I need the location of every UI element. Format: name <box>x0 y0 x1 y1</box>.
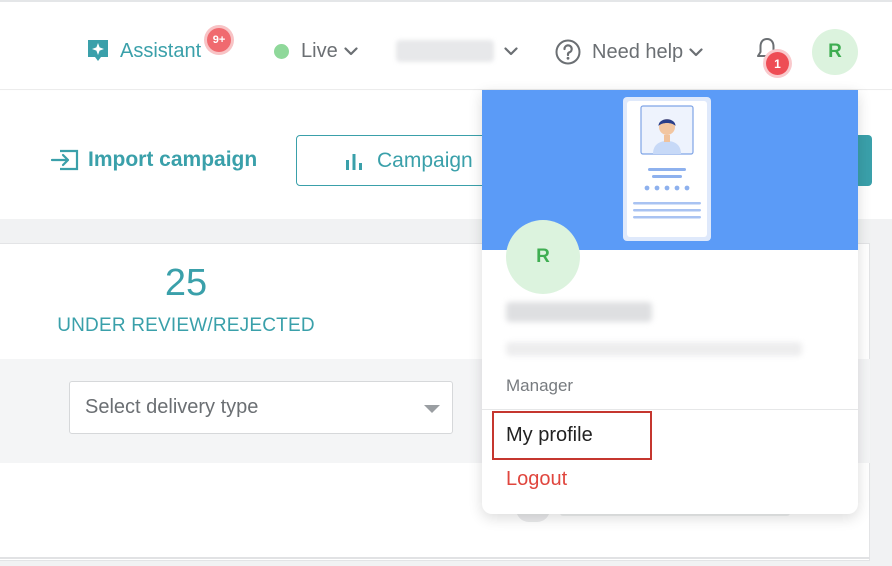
campaign-label: Campaign <box>377 148 473 172</box>
notifications-button[interactable]: 1 <box>754 36 789 75</box>
profile-avatar: R <box>506 220 580 294</box>
assistant-badge: 9+ <box>207 28 231 52</box>
profile-role: Manager <box>506 376 574 395</box>
caret-down-icon <box>424 405 440 413</box>
status-dropdown[interactable]: Live <box>274 40 358 63</box>
top-header: Assistant 9+ Live Need help 1 R <box>0 0 892 90</box>
profile-dropdown: R Manager My profile Logout <box>482 90 858 514</box>
stat-label[interactable]: UNDER REVIEW/REJECTED <box>0 315 372 337</box>
logout-menu-item[interactable]: Logout <box>506 468 567 491</box>
divider <box>0 557 870 559</box>
profile-name-redacted <box>506 302 652 322</box>
profile-card-illustration <box>623 97 711 241</box>
delivery-type-placeholder: Select delivery type <box>85 396 259 418</box>
chevron-down-icon <box>504 46 518 55</box>
status-dot-icon <box>274 44 289 59</box>
profile-email-redacted <box>506 342 802 356</box>
need-help-label: Need help <box>592 40 684 63</box>
assistant-label: Assistant <box>120 39 202 62</box>
import-campaign-label: Import campaign <box>88 148 258 171</box>
stat-count: 25 <box>164 262 208 304</box>
assistant-button[interactable]: Assistant 9+ <box>86 28 231 64</box>
sparkle-icon <box>88 40 108 61</box>
import-campaign-button[interactable]: Import campaign <box>50 148 257 172</box>
import-icon <box>50 149 79 171</box>
chevron-down-icon <box>689 47 703 56</box>
workspace-dropdown[interactable] <box>396 40 518 62</box>
need-help-dropdown[interactable]: Need help <box>555 39 703 65</box>
menu-divider <box>482 409 858 410</box>
my-profile-menu-item[interactable]: My profile <box>492 411 652 460</box>
user-avatar-button[interactable]: R <box>812 29 858 75</box>
bar-chart-icon <box>346 153 362 170</box>
workspace-name-redacted <box>396 40 494 62</box>
delivery-type-select[interactable]: Select delivery type <box>69 381 453 434</box>
chevron-down-icon <box>344 47 358 56</box>
status-label: Live <box>301 40 338 62</box>
notification-count-badge: 1 <box>766 52 789 75</box>
question-circle-icon <box>555 39 581 65</box>
